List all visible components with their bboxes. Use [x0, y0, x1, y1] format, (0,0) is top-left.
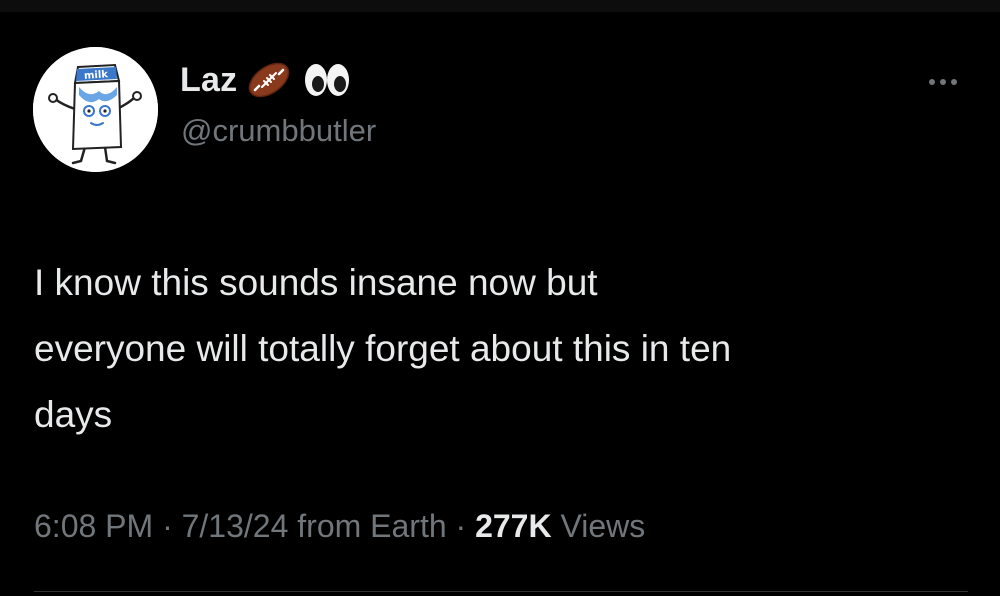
author-display-name[interactable]: Laz [180, 61, 237, 100]
more-dot-icon [940, 79, 946, 85]
tweet-text-line: days [34, 394, 113, 435]
author-name-row[interactable]: Laz [180, 58, 353, 102]
tweet-text-line: I know this sounds insane now but [34, 262, 598, 303]
american-football-icon [245, 60, 293, 100]
views-count: 277K [475, 508, 552, 544]
svg-text:milk: milk [84, 69, 109, 82]
tweet-date[interactable]: 7/13/24 [182, 508, 289, 544]
author-handle[interactable]: @crumbbutler [181, 113, 376, 149]
more-dot-icon [951, 79, 957, 85]
more-dot-icon [929, 79, 935, 85]
tweet-source: from Earth [297, 508, 447, 544]
milk-carton-avatar-icon: milk [33, 47, 158, 172]
top-strip [0, 0, 1000, 12]
tweet-text-line: everyone will totally forget about this … [34, 328, 732, 369]
eyes-icon [301, 60, 353, 100]
meta-separator: · [162, 508, 173, 544]
meta-separator: · [455, 508, 467, 544]
tweet-meta: 6:08 PM · 7/13/24 from Earth · 277K View… [34, 508, 645, 545]
more-options-button[interactable] [920, 68, 966, 96]
views-label: Views [560, 508, 646, 544]
divider [34, 591, 968, 592]
avatar[interactable]: milk [33, 47, 158, 172]
tweet-time[interactable]: 6:08 PM [34, 508, 153, 544]
tweet-text: I know this sounds insane now but everyo… [34, 250, 974, 448]
